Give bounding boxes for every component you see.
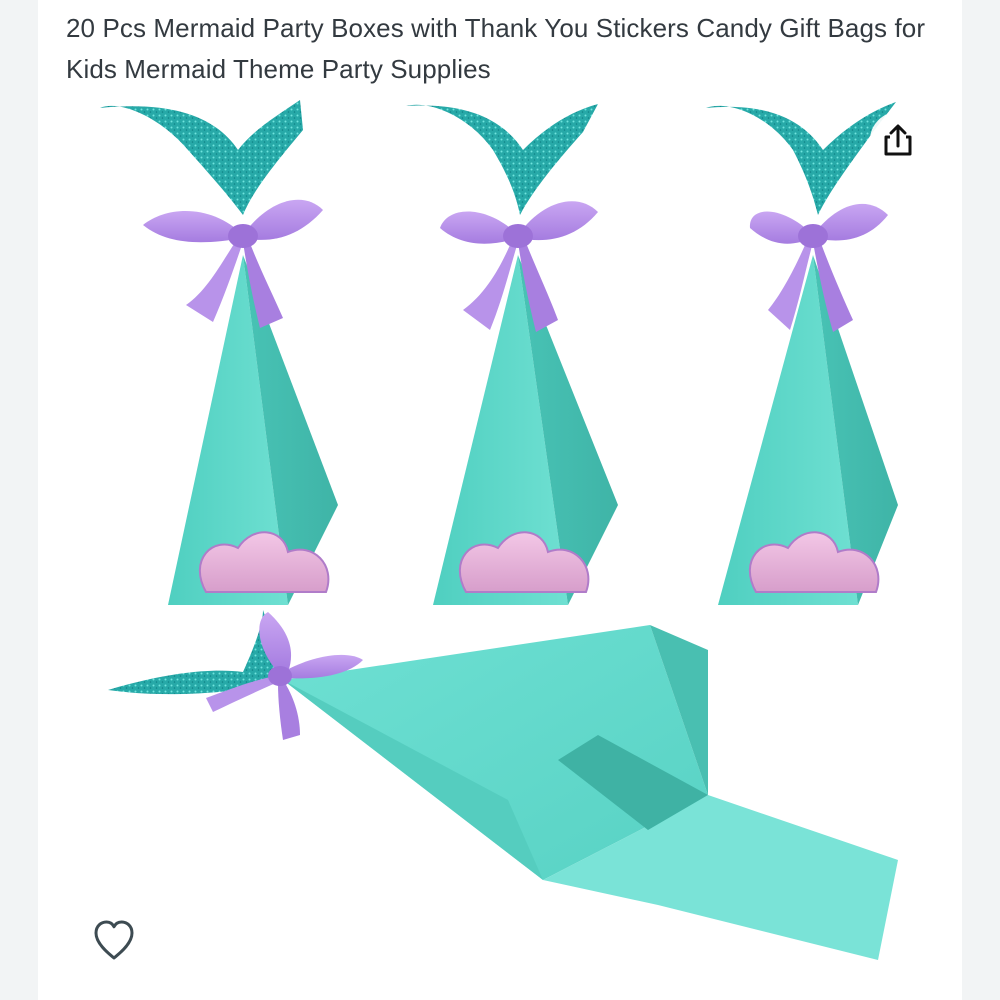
lying-open-box (108, 610, 898, 960)
product-card: 20 Pcs Mermaid Party Boxes with Thank Yo… (38, 0, 962, 1000)
product-image[interactable] (38, 0, 962, 1000)
heart-outline-icon (94, 920, 134, 960)
share-icon (884, 124, 912, 156)
product-title: 20 Pcs Mermaid Party Boxes with Thank Yo… (66, 13, 926, 84)
standing-box-1 (100, 100, 338, 605)
share-button[interactable] (870, 112, 926, 168)
favorite-button[interactable] (82, 908, 146, 972)
standing-box-3 (706, 102, 898, 605)
standing-box-2 (406, 104, 618, 605)
